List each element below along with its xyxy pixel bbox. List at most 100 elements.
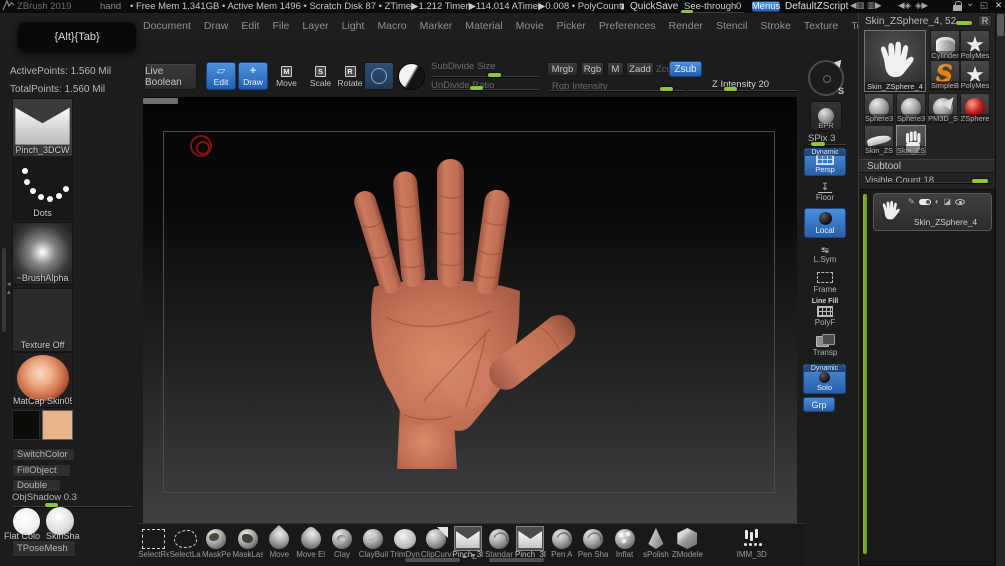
tool-thumbnail[interactable]: ZSphere <box>960 93 990 123</box>
brush-item[interactable]: Pen Sha <box>577 527 609 566</box>
brush-item[interactable]: Move <box>264 527 295 566</box>
solo-button[interactable]: Dynamic Solo <box>803 364 846 394</box>
minimize-icon[interactable]: ⌄ <box>966 0 974 9</box>
menu-item[interactable]: Texture <box>804 20 838 32</box>
menu-item[interactable]: Light <box>342 20 365 32</box>
sidebar-button[interactable]: SwitchColor <box>12 448 75 461</box>
panel-scrollbar-thumb[interactable] <box>997 14 1004 36</box>
dynamic-persp-button[interactable]: Dynamic Persp <box>804 148 846 176</box>
brush-item[interactable]: ClayBuil <box>358 527 389 566</box>
subtool-scrollbar[interactable] <box>863 194 867 554</box>
tool-thumbnail[interactable]: SimpleB <box>930 60 960 90</box>
close-icon[interactable]: ✕ <box>995 0 1002 11</box>
tool-thumbnail[interactable]: PM3D_S <box>928 93 958 123</box>
tray-pager-arrows-icon[interactable]: ▲▼ <box>461 553 479 560</box>
menu-item[interactable]: Document <box>143 20 191 32</box>
brush-item[interactable]: Inflat <box>609 527 640 566</box>
scale-button[interactable]: S Scale <box>306 63 335 90</box>
active-tool-thumbnail[interactable]: Skin_ZSphere_4 <box>864 30 926 92</box>
brush-item[interactable]: SelectRe <box>138 527 169 566</box>
visibility-eye-icon[interactable] <box>955 199 966 205</box>
bpr-render-button[interactable]: BPR <box>810 101 842 131</box>
zadd-button[interactable]: Zadd <box>626 62 654 76</box>
brush-item[interactable]: sPolish <box>640 527 671 566</box>
subtool-section-header[interactable]: Subtool <box>859 159 994 173</box>
shelf-scrollbar[interactable] <box>2 248 6 332</box>
menu-item[interactable]: Picker <box>557 20 586 32</box>
document-canvas[interactable] <box>143 97 797 523</box>
edit-button[interactable]: ▱ Edit <box>206 62 236 90</box>
shelf-collapse-arrows-icon[interactable]: ◂ ▴ <box>7 280 11 296</box>
visible-count-knob[interactable] <box>972 179 988 183</box>
half-visibility-icon[interactable]: ◐ <box>935 198 940 206</box>
sidebar-button[interactable]: FillObject <box>12 464 71 477</box>
menu-item[interactable]: Stencil <box>716 20 748 32</box>
rgb-intensity-knob[interactable] <box>660 87 673 91</box>
tool-thumbnail[interactable]: Cylinder <box>930 30 960 60</box>
dock-right-panel-icon[interactable]: ▥▶ <box>867 0 882 11</box>
menu-item[interactable]: Preferences <box>599 20 656 32</box>
panel-scrollbar[interactable] <box>995 12 1005 566</box>
shelf-thumbnail[interactable]: MatCap Skin05 <box>12 352 73 408</box>
brush-item[interactable]: IMM_3D <box>736 527 767 566</box>
default-zscript-button[interactable]: DefaultZScript <box>785 1 848 12</box>
rgb-button[interactable]: Rgb <box>581 62 604 76</box>
undivide-ratio-knob[interactable] <box>470 86 483 90</box>
undivide-ratio-slider[interactable] <box>431 89 539 90</box>
sidebar-button[interactable]: Double <box>12 479 61 492</box>
move-button[interactable]: M Move <box>272 63 301 90</box>
m-button[interactable]: M <box>607 62 624 76</box>
brush-item[interactable]: SelectLa <box>169 527 201 566</box>
tool-thumbnail[interactable]: Sphere3 <box>896 93 926 123</box>
menu-item[interactable]: Stroke <box>760 20 790 32</box>
z-intensity-slider[interactable] <box>688 90 798 91</box>
shelf-thumbnail[interactable]: Texture Off <box>12 288 73 352</box>
shelf-thumbnail[interactable]: Pinch_3DCW <box>12 98 73 157</box>
tposemesh-button[interactable]: TPoseMesh <box>12 540 76 557</box>
spix-knob[interactable] <box>811 142 825 146</box>
subdivide-size-knob[interactable] <box>488 73 501 77</box>
mask-toggle-icon[interactable]: ◪ <box>944 198 952 206</box>
tool-thumbnail[interactable]: Skin_ZS <box>896 125 926 155</box>
lsym-button[interactable]: ↹ L.Sym <box>806 246 844 265</box>
gyro-sphere-icon[interactable] <box>398 63 425 90</box>
brush-item[interactable]: ZModele <box>672 527 703 566</box>
brush-item[interactable]: MaskPe <box>201 527 232 566</box>
brush-item[interactable]: Pen A <box>546 527 577 566</box>
frame-button[interactable]: Frame <box>806 272 844 294</box>
divider-right-icon[interactable]: ◈▶ <box>915 0 928 11</box>
tray-pager-left-bar[interactable] <box>405 558 460 562</box>
restore-icon[interactable]: ◱ <box>980 0 988 11</box>
menu-item[interactable]: File <box>272 20 289 32</box>
see-through-knob[interactable] <box>681 10 693 13</box>
tool-thumbnail[interactable]: Sphere3 <box>864 93 894 123</box>
subdivide-size-slider[interactable] <box>431 76 539 77</box>
tray-pager-right-bar[interactable] <box>489 558 544 562</box>
brush-item[interactable]: Move El <box>295 527 326 566</box>
brush-item[interactable]: MaskLas <box>232 527 263 566</box>
local-symmetry-button[interactable]: Local <box>804 208 846 238</box>
rotate-button[interactable]: R Rotate <box>336 63 364 90</box>
quicksave-button[interactable]: QuickSave <box>630 1 678 12</box>
tool-thumbnail[interactable]: Skin_ZS <box>864 125 894 155</box>
sculpted-hand-model[interactable] <box>340 149 590 469</box>
zsub-button[interactable]: Zsub <box>669 61 702 77</box>
menu-item[interactable]: Draw <box>204 20 229 32</box>
menu-item[interactable]: Render <box>668 20 702 32</box>
subtool-item[interactable]: ✎ ◐ ◪ Skin_ZSphere_4 <box>873 193 992 231</box>
menus-button[interactable]: Menus <box>752 1 780 12</box>
tool-thumbnail[interactable]: PolyMes <box>960 30 990 60</box>
mrgb-button[interactable]: Mrgb <box>547 62 578 76</box>
draw-button[interactable]: + Draw <box>238 62 268 90</box>
brush-item[interactable]: Clay <box>326 527 357 566</box>
menu-item[interactable]: Macro <box>377 20 406 32</box>
shelf-thumbnail[interactable]: Dots <box>12 158 73 220</box>
menu-item[interactable]: Edit <box>241 20 259 32</box>
main-color-swatch[interactable] <box>12 410 40 440</box>
polypaint-brush-icon[interactable]: ✎ <box>908 198 915 206</box>
menu-item[interactable]: Material <box>465 20 502 32</box>
divider-left-icon[interactable]: ◀◈ <box>898 0 911 11</box>
menu-item[interactable]: Marker <box>420 20 453 32</box>
secondary-color-swatch[interactable] <box>42 410 73 440</box>
menu-item[interactable]: Movie <box>516 20 544 32</box>
